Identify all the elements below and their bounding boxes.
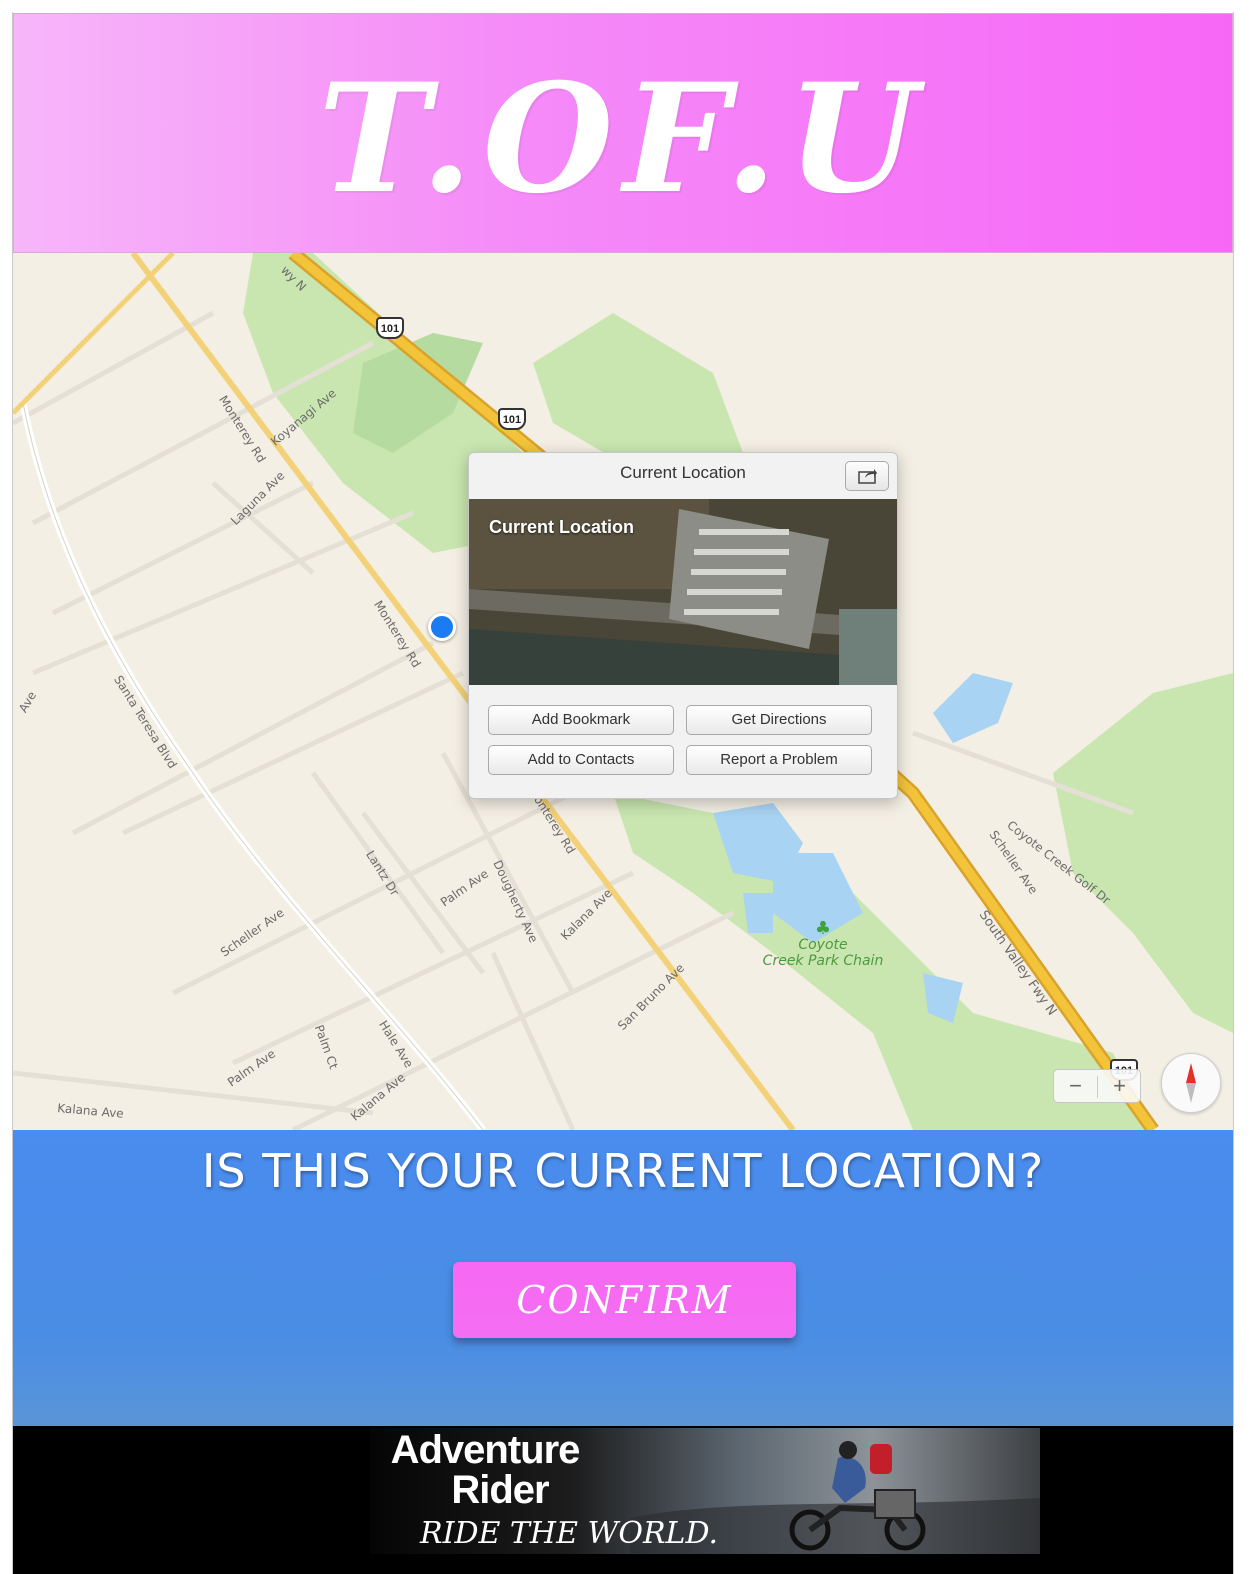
park-label-line2: Creek Park Chain	[762, 953, 884, 969]
app-header: T.OF.U	[13, 13, 1233, 253]
highway-shield: 101	[498, 408, 526, 430]
share-button[interactable]	[845, 461, 889, 491]
confirm-button[interactable]: CONFIRM	[453, 1262, 796, 1338]
location-popup: Current Location Current Location Add Bo…	[468, 452, 898, 799]
app-logo: T.OF.U	[318, 51, 928, 227]
popup-title: Current Location	[620, 463, 746, 482]
photo-label: Current Location	[489, 517, 635, 537]
tree-icon: ♣	[814, 918, 832, 939]
location-question: IS THIS YOUR CURRENT LOCATION?	[201, 1144, 1045, 1198]
current-location-pin[interactable]	[428, 613, 456, 641]
add-bookmark-button[interactable]: Add Bookmark	[488, 705, 674, 735]
report-problem-button[interactable]: Report a Problem	[686, 745, 872, 775]
park-label: ♣ Coyote Creek Park Chain	[753, 918, 893, 970]
ad-tagline: RIDE THE WORLD.	[420, 1516, 718, 1551]
get-directions-button[interactable]: Get Directions	[686, 705, 872, 735]
zoom-in-button[interactable]: +	[1098, 1072, 1141, 1100]
satellite-photo: Current Location	[469, 499, 897, 685]
map-view[interactable]: wy N Monterey Rd Monterey Rd onterey Rd …	[13, 253, 1233, 1130]
compass-button[interactable]	[1161, 1053, 1221, 1113]
zoom-control: − +	[1053, 1069, 1141, 1103]
zoom-out-button[interactable]: −	[1054, 1072, 1097, 1100]
ad-title-line1: Adventure	[390, 1428, 581, 1472]
ad-banner[interactable]: Adventure Rider RIDE THE WORLD.	[370, 1428, 1040, 1554]
share-icon	[858, 469, 877, 484]
confirmation-panel: IS THIS YOUR CURRENT LOCATION? CONFIRM	[13, 1130, 1233, 1426]
park-label-line1: Coyote	[798, 937, 848, 953]
compass-icon	[1186, 1063, 1196, 1103]
ad-banner-bar: Adventure Rider RIDE THE WORLD.	[13, 1426, 1233, 1574]
highway-shield: 101	[376, 317, 404, 339]
add-to-contacts-button[interactable]: Add to Contacts	[488, 745, 674, 775]
ad-title-line2: Rider	[451, 1468, 549, 1512]
